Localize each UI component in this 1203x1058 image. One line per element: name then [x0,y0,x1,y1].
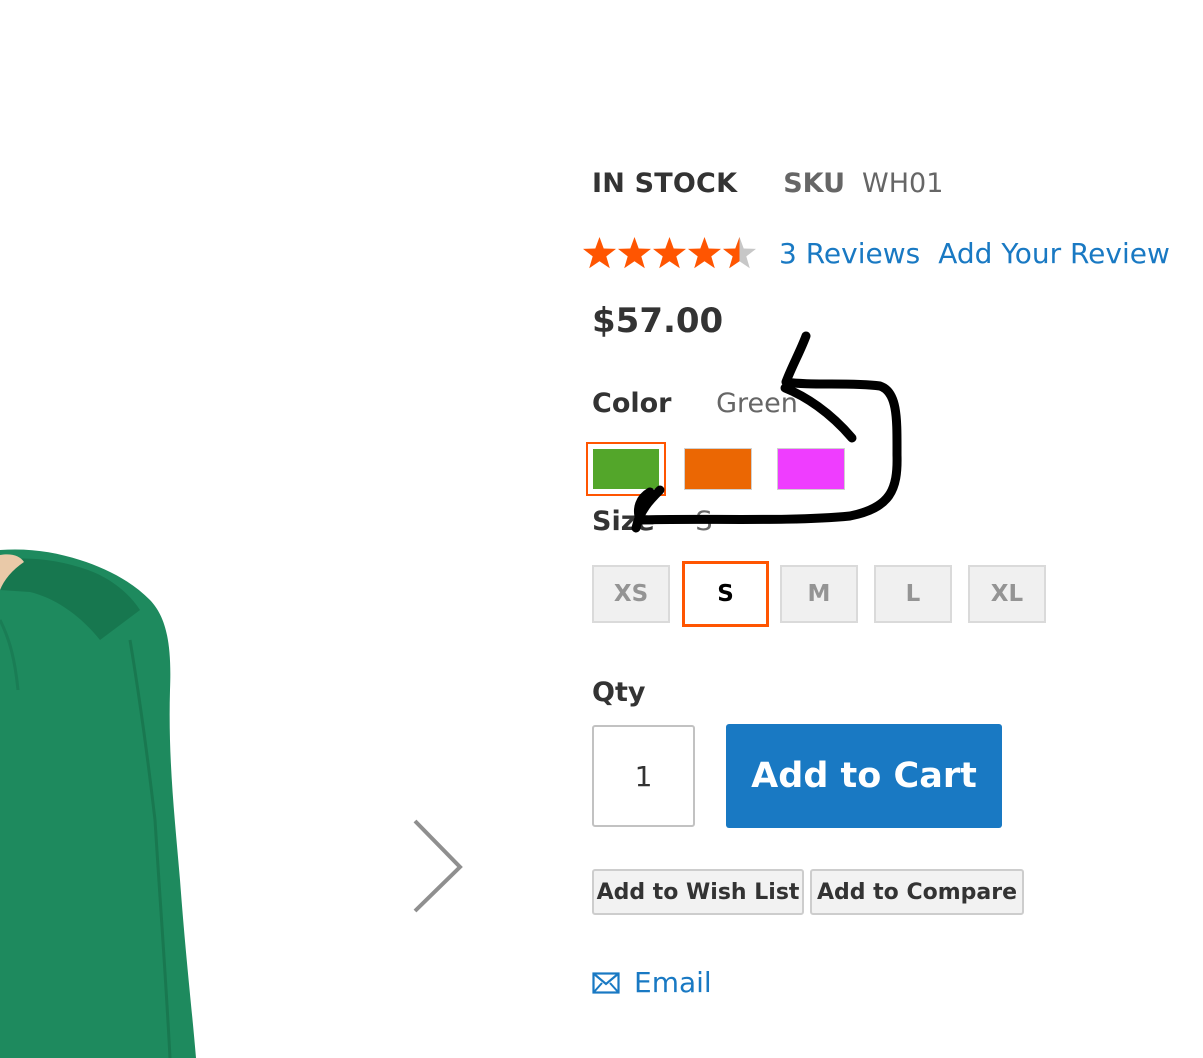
email-link[interactable]: Email [592,966,712,999]
email-label: Email [634,966,712,999]
size-attribute-label: Size S [592,506,712,537]
size-option-xl[interactable]: XL [968,565,1046,623]
add-review-link[interactable]: Add Your Review [938,237,1170,270]
size-selected-value: S [695,506,713,537]
add-to-cart-button[interactable]: Add to Cart [726,724,1002,828]
swatch-orange[interactable] [684,448,752,490]
stock-status: IN STOCK [592,168,738,199]
next-image-button[interactable] [405,815,475,925]
add-to-compare-button[interactable]: Add to Compare [810,869,1024,915]
color-selected-value: Green [716,388,798,419]
product-image [0,0,560,1058]
size-option-s[interactable]: S [682,561,769,627]
color-label: Color [592,388,672,419]
size-option-m[interactable]: M [780,565,858,623]
stock-sku-row: IN STOCK SKU WH01 [592,168,943,199]
envelope-icon [592,971,620,994]
swatch-green[interactable] [586,442,666,496]
qty-label: Qty [592,677,646,708]
color-attribute-label: Color Green [592,388,798,419]
product-photo [0,549,196,1058]
reviews-link[interactable]: 3 Reviews [779,237,920,270]
product-info: IN STOCK SKU WH01 3 Reviews Add Your Rev… [583,0,1192,1058]
size-label: Size [592,506,655,537]
product-price: $57.00 [592,301,724,341]
size-option-xs[interactable]: XS [592,565,670,623]
rating-summary: 3 Reviews Add Your Review [582,234,1170,272]
size-option-l[interactable]: L [874,565,952,623]
swatch-purple[interactable] [777,448,845,490]
star-icon [583,237,756,269]
add-to-wishlist-button[interactable]: Add to Wish List [592,869,804,915]
chevron-right-icon [413,819,463,913]
sku-value: WH01 [862,168,944,199]
sku-label: SKU [783,168,846,199]
rating-stars [582,234,758,272]
qty-input[interactable] [592,725,695,827]
